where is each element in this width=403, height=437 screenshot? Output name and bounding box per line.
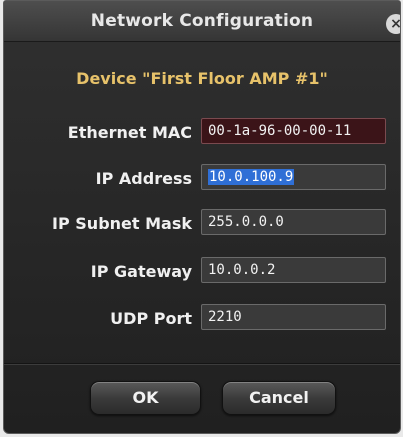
network-configuration-dialog: Network Configuration × Device "First Fl…	[3, 0, 401, 434]
ip-gateway-row: IP Gateway 10.0.0.2	[4, 257, 400, 285]
close-icon[interactable]: ×	[386, 14, 400, 34]
cancel-button[interactable]: Cancel	[222, 381, 336, 415]
ethernet-mac-field: 00-1a-96-00-00-11	[201, 118, 386, 144]
udp-port-field[interactable]: 2210	[201, 304, 386, 330]
ip-subnet-mask-label: IP Subnet Mask	[52, 214, 192, 233]
udp-port-row: UDP Port 2210	[4, 304, 400, 332]
ip-address-field[interactable]: 10.0.100.9	[201, 164, 386, 190]
ip-address-row: IP Address 10.0.100.9	[4, 164, 400, 192]
dialog-title: Network Configuration	[90, 11, 314, 31]
ethernet-mac-label: Ethernet MAC	[67, 123, 192, 142]
device-title: Device "First Floor AMP #1"	[76, 69, 328, 88]
ip-address-selection[interactable]: 10.0.100.9	[208, 169, 295, 185]
ok-button[interactable]: OK	[90, 381, 201, 415]
ethernet-mac-row: Ethernet MAC 00-1a-96-00-00-11	[4, 118, 400, 146]
ip-subnet-mask-row: IP Subnet Mask 255.0.0.0	[4, 209, 400, 237]
ip-gateway-field[interactable]: 10.0.0.2	[201, 257, 386, 283]
button-divider	[4, 363, 400, 364]
udp-port-label: UDP Port	[110, 309, 192, 328]
dialog-titlebar[interactable]: Network Configuration	[4, 1, 400, 42]
ip-gateway-label: IP Gateway	[90, 262, 192, 281]
ip-address-label: IP Address	[95, 169, 192, 188]
ip-subnet-mask-field[interactable]: 255.0.0.0	[201, 209, 386, 235]
